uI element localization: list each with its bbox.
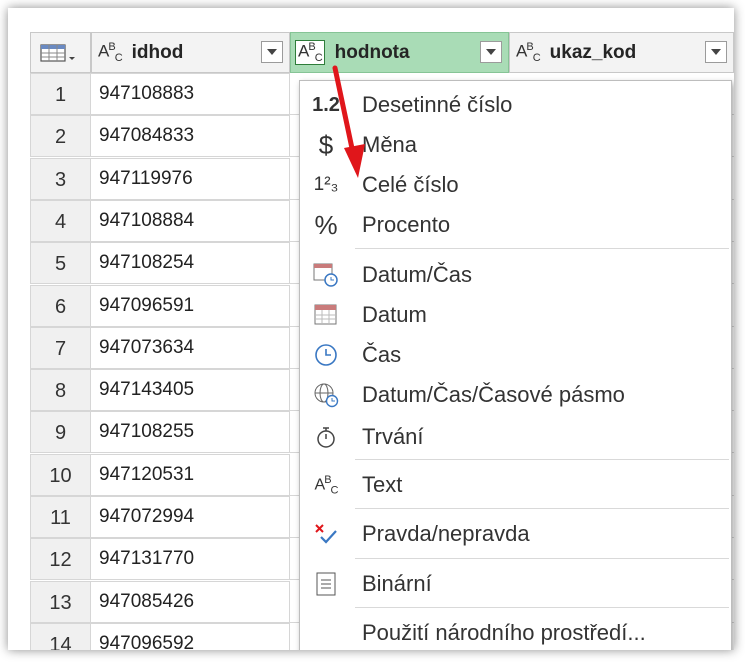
row-number[interactable]: 10 xyxy=(30,453,91,496)
cell-idhod[interactable]: 947108255 xyxy=(91,411,290,454)
menu-separator xyxy=(355,558,729,559)
menu-separator xyxy=(355,459,729,460)
boolean-icon xyxy=(308,518,344,550)
row-number[interactable]: 14 xyxy=(30,622,91,650)
cell-idhod[interactable]: 947108883 xyxy=(91,73,290,115)
menu-item[interactable]: 1²₃ Celé číslo xyxy=(300,165,731,205)
percent-icon: % xyxy=(314,209,338,240)
binary-icon xyxy=(308,568,344,600)
row-number[interactable]: 3 xyxy=(30,157,91,200)
menu-item[interactable]: Datum/Čas xyxy=(300,255,731,295)
row-number[interactable]: 13 xyxy=(30,580,91,623)
menu-separator xyxy=(355,607,729,608)
menu-item[interactable]: Datum/Čas/Časové pásmo xyxy=(300,375,731,415)
decimal-icon: 1.2 xyxy=(312,93,340,116)
date-icon xyxy=(308,299,344,331)
menu-item-label: Měna xyxy=(362,132,418,157)
menu-item-label: Datum xyxy=(362,302,427,327)
menu-item-label: Trvání xyxy=(362,424,424,449)
row-number[interactable]: 6 xyxy=(30,284,91,327)
datetime-icon xyxy=(308,259,344,291)
cell-idhod[interactable]: 947131770 xyxy=(91,538,290,581)
cell-idhod[interactable]: 947072994 xyxy=(91,496,290,538)
row-number[interactable]: 11 xyxy=(30,496,91,538)
menu-item[interactable]: Datum xyxy=(300,295,731,335)
row-number[interactable]: 2 xyxy=(30,115,91,158)
row-number[interactable]: 8 xyxy=(30,369,91,412)
menu-item[interactable]: % Procento xyxy=(300,205,731,245)
abc-type-icon[interactable]: ABC xyxy=(516,41,541,64)
column-header-idhod[interactable]: ABC idhod xyxy=(91,32,290,73)
menu-item-label: Binární xyxy=(362,571,432,596)
column-header-hodnota[interactable]: ABC hodnota xyxy=(290,32,509,73)
menu-separator xyxy=(355,248,729,249)
datetimezone-icon xyxy=(308,379,344,411)
menu-separator xyxy=(355,508,729,509)
cell-idhod[interactable]: 947120531 xyxy=(91,453,290,496)
data-type-menu: 1.2 Desetinné číslo $ Měna 1²₃ Celé číslo% Pro… xyxy=(299,80,732,650)
chevron-down-icon xyxy=(711,49,721,55)
filter-dropdown-button[interactable] xyxy=(261,41,283,63)
row-number[interactable]: 4 xyxy=(30,199,91,242)
cell-idhod[interactable]: 947084833 xyxy=(91,115,290,158)
cell-idhod[interactable]: 947073634 xyxy=(91,326,290,369)
cell-idhod[interactable]: 947096592 xyxy=(91,622,290,650)
menu-item-label: Datum/Čas/Časové pásmo xyxy=(362,382,625,407)
chevron-down-icon xyxy=(267,49,277,55)
power-query-window: ABC idhod ABC hodnota ABC ukaz_kod 1 9471… xyxy=(8,8,734,650)
menu-item[interactable]: Trvání xyxy=(300,417,731,457)
menu-item-label: Použití národního prostředí... xyxy=(362,620,646,645)
cell-idhod[interactable]: 947119976 xyxy=(91,157,290,200)
menu-item[interactable]: Použití národního prostředí... xyxy=(300,613,731,650)
cell-idhod[interactable]: 947085426 xyxy=(91,580,290,623)
menu-item-label: Datum/Čas xyxy=(362,262,473,287)
menu-item[interactable]: Pravda/nepravda xyxy=(300,514,731,554)
filter-dropdown-button[interactable] xyxy=(480,41,502,63)
row-number[interactable]: 9 xyxy=(30,411,91,454)
menu-item-label: Pravda/nepravda xyxy=(362,521,530,546)
cell-idhod[interactable]: 947108884 xyxy=(91,199,290,242)
table-icon[interactable] xyxy=(39,41,79,65)
menu-item-label: Text xyxy=(362,472,403,497)
time-icon xyxy=(308,339,344,371)
menu-item-label: Čas xyxy=(362,342,402,367)
cell-idhod[interactable]: 947143405 xyxy=(91,369,290,412)
duration-icon xyxy=(308,421,344,453)
text-icon: ABC xyxy=(314,473,339,497)
menu-item-label: Celé číslo xyxy=(362,172,459,197)
menu-item-label: Procento xyxy=(362,212,451,237)
row-number[interactable]: 1 xyxy=(30,73,91,115)
menu-item[interactable]: Binární xyxy=(300,564,731,604)
menu-item[interactable]: ABC Text xyxy=(300,465,731,505)
menu-item[interactable]: $ Měna xyxy=(300,125,731,165)
abc-type-icon[interactable]: ABC xyxy=(295,39,325,66)
cell-idhod[interactable]: 947108254 xyxy=(91,242,290,285)
row-number[interactable]: 7 xyxy=(30,326,91,369)
menu-item[interactable]: 1.2 Desetinné číslo xyxy=(300,85,731,125)
table-menu-header[interactable] xyxy=(30,32,91,73)
whole-number-icon: 1²₃ xyxy=(313,174,339,195)
abc-type-icon[interactable]: ABC xyxy=(98,41,123,64)
column-name: idhod xyxy=(131,41,184,63)
filter-dropdown-button[interactable] xyxy=(705,41,727,63)
column-header-ukaz-kod[interactable]: ABC ukaz_kod xyxy=(509,32,734,73)
chevron-down-icon xyxy=(486,49,496,55)
menu-item-label: Desetinné číslo xyxy=(362,92,513,117)
currency-icon: $ xyxy=(318,129,334,160)
column-name: hodnota xyxy=(334,41,410,63)
cell-idhod[interactable]: 947096591 xyxy=(91,284,290,327)
row-number[interactable]: 12 xyxy=(30,538,91,581)
column-name: ukaz_kod xyxy=(549,41,637,63)
row-number[interactable]: 5 xyxy=(30,242,91,285)
menu-item[interactable]: Čas xyxy=(300,335,731,375)
